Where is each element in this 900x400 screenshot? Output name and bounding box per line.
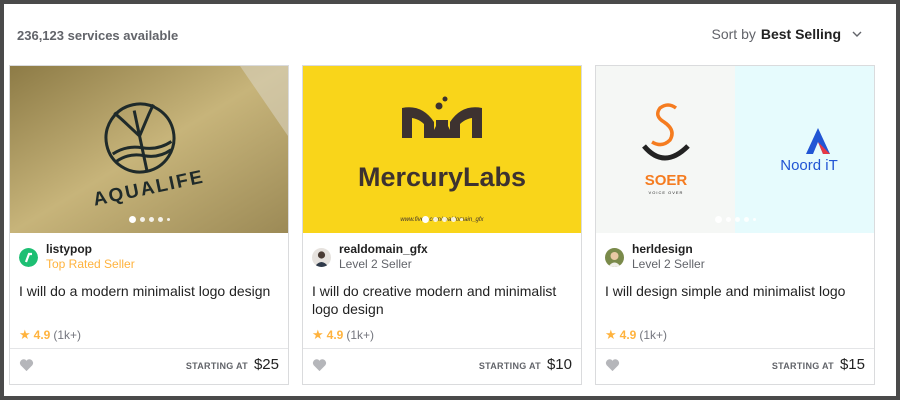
carousel-dot[interactable] [734,217,740,222]
star-icon: ★ [312,327,324,342]
rating-value: 4.9 [619,328,637,342]
gig-footer: STARTING AT $10 [303,348,581,384]
gig-image-carousel[interactable]: SOER VOICE OVER Noord iT [596,66,874,233]
seller-info[interactable]: realdomain_gfx Level 2 Seller [312,242,428,272]
rating-value: 4.9 [33,328,51,342]
gig-price[interactable]: STARTING AT $15 [772,356,865,373]
carousel-dot[interactable] [139,217,145,222]
gig-image-carousel[interactable]: AQUALIFE [10,66,288,233]
star-icon: ★ [605,327,617,342]
gig-card[interactable]: SOER VOICE OVER Noord iT herldesign Leve… [595,65,875,385]
heart-icon[interactable] [312,358,327,372]
gig-price[interactable]: STARTING AT $10 [479,356,572,373]
gig-card[interactable]: AQUALIFE listypop Top Rated Seller I wil… [9,65,289,385]
price-label: STARTING AT [185,361,248,371]
carousel-dot[interactable] [441,217,447,222]
carousel-dot[interactable] [752,218,756,221]
sort-dropdown[interactable]: Sort by Best Selling [712,26,863,42]
heart-icon[interactable] [605,358,620,372]
carousel-dots[interactable] [596,216,874,223]
carousel-dot[interactable] [450,217,456,222]
price-label: STARTING AT [478,361,541,371]
price-value: $10 [546,356,572,373]
gig-image: SOER VOICE OVER Noord iT [596,66,874,233]
price-value: $15 [839,356,865,373]
gig-image-carousel[interactable]: MercuryLabs www.fiverr.com/realdomain_gf… [303,66,581,233]
gig-title[interactable]: I will do creative modern and minimalist… [312,282,574,318]
gig-image: AQUALIFE [10,66,288,233]
gig-image-logo-subtext: VOICE OVER [649,190,684,195]
heart-icon[interactable] [19,358,34,372]
gig-image-logo-text: MercuryLabs [358,162,526,192]
price-label: STARTING AT [771,361,834,371]
gig-rating: ★ 4.9 (1k+) [19,327,81,343]
gig-card[interactable]: MercuryLabs www.fiverr.com/realdomain_gf… [302,65,582,385]
seller-level: Top Rated Seller [46,257,135,271]
gig-footer: STARTING AT $15 [596,348,874,384]
gig-rating: ★ 4.9 (1k+) [605,327,667,343]
gig-results-panel: 236,123 services available Sort by Best … [4,4,896,396]
rating-value: 4.9 [326,328,344,342]
carousel-dots[interactable] [303,216,581,223]
gig-title[interactable]: I will do a modern minimalist logo desig… [19,282,281,300]
sort-value: Best Selling [760,26,841,42]
seller-level: Level 2 Seller [339,257,412,271]
carousel-dot[interactable] [725,217,731,222]
seller-level: Level 2 Seller [632,257,705,271]
rating-count: (1k+) [53,328,82,342]
avatar[interactable] [19,247,38,267]
carousel-dot[interactable] [421,216,429,223]
seller-info[interactable]: herldesign Level 2 Seller [605,242,705,272]
carousel-dot[interactable] [432,217,438,222]
gig-image-logo-text-right: Noord iT [780,157,838,174]
carousel-dot[interactable] [166,218,170,221]
results-toolbar: 236,123 services available Sort by Best … [4,4,896,60]
chevron-down-icon [852,28,862,40]
gig-image-logo-text: SOER [645,172,688,189]
carousel-dot[interactable] [714,216,722,223]
carousel-dot[interactable] [459,218,463,221]
seller-name[interactable]: realdomain_gfx [339,242,428,257]
sort-label: Sort by [711,26,756,42]
carousel-dot[interactable] [743,217,749,222]
gig-price[interactable]: STARTING AT $25 [186,356,279,373]
avatar[interactable] [605,247,624,267]
carousel-dot[interactable] [157,217,163,222]
carousel-dot[interactable] [148,217,154,222]
gig-rating: ★ 4.9 (1k+) [312,327,374,343]
gig-image: MercuryLabs www.fiverr.com/realdomain_gf… [303,66,581,233]
gig-footer: STARTING AT $25 [10,348,288,384]
gig-title[interactable]: I will design simple and minimalist logo [605,282,867,300]
rating-count: (1k+) [639,328,668,342]
services-count: 236,123 services available [17,28,179,43]
seller-info[interactable]: listypop Top Rated Seller [19,242,135,272]
rating-count: (1k+) [346,328,375,342]
seller-name[interactable]: herldesign [632,242,705,257]
star-icon: ★ [19,327,31,342]
carousel-dots[interactable] [10,216,288,223]
price-value: $25 [253,356,279,373]
avatar[interactable] [312,247,331,267]
seller-name[interactable]: listypop [46,242,135,257]
carousel-dot[interactable] [128,216,136,223]
